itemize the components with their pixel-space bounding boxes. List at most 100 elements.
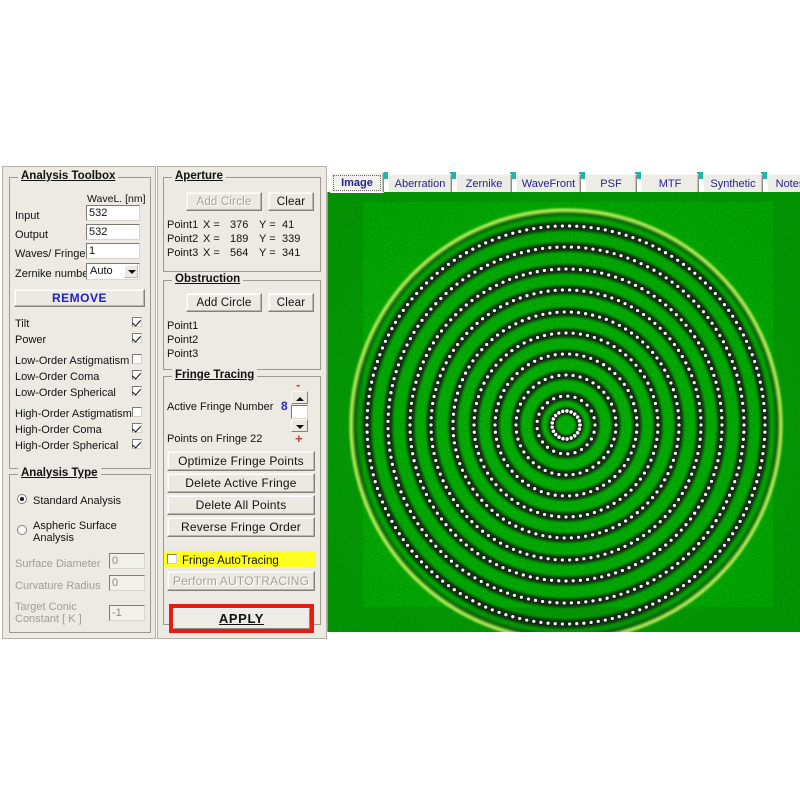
aperture-point3-x-label: X = <box>203 247 220 259</box>
delete-active-fringe-button[interactable]: Delete Active Fringe <box>167 473 315 493</box>
aperture-point2-x-value: 189 <box>230 233 248 245</box>
tab-psf[interactable]: PSF <box>585 174 637 193</box>
radio-label-standard-analysis: Standard Analysis <box>33 495 121 507</box>
tab-wavefront-label: WaveFront <box>522 178 575 190</box>
delete-active-fringe-label: Delete Active Fringe <box>185 476 296 490</box>
term-label-low-order-spherical: Low-Order Spherical <box>15 387 116 399</box>
term-label-power: Power <box>15 334 46 346</box>
term-label-tilt: Tilt <box>15 318 29 330</box>
target-conic-constant-label-line1: Target Conic <box>15 601 77 613</box>
tab-synthetic-label: Synthetic <box>710 178 755 190</box>
obstruction-clear-button[interactable]: Clear <box>268 293 314 312</box>
obstruction-add-circle-button[interactable]: Add Circle <box>186 293 262 312</box>
wavelength-header: WaveL. [nm] <box>87 193 146 205</box>
apply-button-label: APPLY <box>219 611 264 626</box>
fringe-autotracing-checkbox[interactable] <box>167 554 177 564</box>
obstruction-title: Obstruction <box>172 273 243 285</box>
fringe-decrement-icon[interactable]: - <box>296 380 300 390</box>
aperture-point1-x-label: X = <box>203 219 220 231</box>
output-label: Output <box>15 229 48 241</box>
tab-notes-label: Notes <box>776 178 800 190</box>
aperture-point3-x-value: 564 <box>230 247 248 259</box>
aperture-point3-name: Point3 <box>167 247 198 259</box>
left-panel: Analysis Toolbox WaveL. [nm] Input 532 O… <box>2 166 156 639</box>
tab-mtf-label: MTF <box>659 178 682 190</box>
radio-label-aspheric-surface-analysis-line2: Analysis <box>33 532 74 544</box>
tab-focus-ring <box>333 175 381 191</box>
apply-button[interactable]: APPLY <box>173 608 310 629</box>
optimize-fringe-points-button[interactable]: Optimize Fringe Points <box>167 451 315 471</box>
reverse-fringe-order-label: Reverse Fringe Order <box>181 520 301 534</box>
waves-per-fringe-field[interactable]: 1 <box>86 243 140 259</box>
input-wavelength-field[interactable]: 532 <box>86 205 140 221</box>
obstruction-clear-label: Clear <box>277 297 305 309</box>
reverse-fringe-order-button[interactable]: Reverse Fringe Order <box>167 517 315 537</box>
tab-notes[interactable]: Notes <box>767 174 800 193</box>
surface-diameter-field[interactable]: 0 <box>109 553 145 569</box>
optimize-fringe-points-label: Optimize Fringe Points <box>178 454 304 468</box>
middle-panel: Aperture Add Circle Clear Point1 X = 376… <box>157 166 327 639</box>
term-checkbox-tilt[interactable] <box>132 317 142 327</box>
aperture-title: Aperture <box>172 170 226 182</box>
aperture-point1-x-value: 376 <box>230 219 248 231</box>
term-checkbox-high-order-coma[interactable] <box>132 423 142 433</box>
radio-aspheric-surface-analysis[interactable] <box>17 525 27 535</box>
fringe-spinner-field[interactable] <box>291 405 308 419</box>
fringe-increment-icon[interactable]: + <box>295 434 303 444</box>
radio-label-aspheric-surface-analysis-line1: Aspheric Surface <box>33 520 117 532</box>
interferogram-canvas <box>328 192 800 632</box>
aperture-add-circle-button[interactable]: Add Circle <box>186 192 262 211</box>
input-label: Input <box>15 210 39 222</box>
tab-synthetic[interactable]: Synthetic <box>703 174 763 193</box>
aperture-point3-y-value: 341 <box>282 247 300 259</box>
term-checkbox-high-order-astigmatism[interactable] <box>132 407 142 417</box>
target-conic-constant-field[interactable]: -1 <box>109 605 145 621</box>
waves-per-fringe-label: Waves/ Fringe <box>15 248 86 260</box>
zernike-number-select[interactable]: Auto <box>86 263 140 280</box>
tab-mtf[interactable]: MTF <box>641 174 699 193</box>
tab-zernike[interactable]: Zernike <box>456 174 512 193</box>
radio-standard-analysis[interactable] <box>17 494 27 504</box>
obstruction-point1: Point1 <box>167 320 198 332</box>
aperture-point1-name: Point1 <box>167 219 198 231</box>
active-fringe-number-label: Active Fringe Number <box>167 401 273 413</box>
tab-bar: Image Aberration Zernike WaveFront PSF M… <box>330 172 800 194</box>
term-label-high-order-spherical: High-Order Spherical <box>15 440 118 452</box>
chevron-down-icon[interactable] <box>124 265 138 278</box>
interferogram-image[interactable] <box>327 192 800 632</box>
fringe-spinner-up-button[interactable] <box>291 391 308 404</box>
perform-autotracing-button[interactable]: Perform AUTOTRACING <box>167 571 315 591</box>
term-label-low-order-coma: Low-Order Coma <box>15 371 99 383</box>
term-label-low-order-astigmatism: Low-Order Astigmatism <box>15 355 129 367</box>
obstruction-add-circle-label: Add Circle <box>196 297 251 309</box>
delete-all-points-button[interactable]: Delete All Points <box>167 495 315 515</box>
tab-wavefront[interactable]: WaveFront <box>516 174 581 193</box>
fringe-tracing-title: Fringe Tracing <box>172 369 257 381</box>
tab-aberration[interactable]: Aberration <box>388 174 452 193</box>
aperture-add-circle-label: Add Circle <box>196 196 251 208</box>
aperture-point1-y-label: Y = <box>259 219 276 231</box>
term-checkbox-power[interactable] <box>132 333 142 343</box>
curvature-radius-field[interactable]: 0 <box>109 575 145 591</box>
aperture-point1-y-value: 41 <box>282 219 294 231</box>
output-wavelength-field[interactable]: 532 <box>86 224 140 240</box>
aperture-point3-y-label: Y = <box>259 247 276 259</box>
term-checkbox-high-order-spherical[interactable] <box>132 439 142 449</box>
tab-aberration-label: Aberration <box>395 178 446 190</box>
term-label-high-order-astigmatism: High-Order Astigmatism <box>15 408 132 420</box>
term-checkbox-low-order-spherical[interactable] <box>132 386 142 396</box>
term-checkbox-low-order-astigmatism[interactable] <box>132 354 142 364</box>
aperture-point2-y-label: Y = <box>259 233 276 245</box>
term-label-high-order-coma: High-Order Coma <box>15 424 102 436</box>
target-conic-constant-label-line2: Constant [ K ] <box>15 613 82 625</box>
points-on-fringe-label: Points on Fringe 22 <box>167 433 262 445</box>
remove-button[interactable]: REMOVE <box>14 289 145 307</box>
active-fringe-number-value: 8 <box>281 400 288 412</box>
curvature-radius-label: Curvature Radius <box>15 580 101 592</box>
fringe-autotracing-label: Fringe AutoTracing <box>182 555 279 567</box>
aperture-point2-x-label: X = <box>203 233 220 245</box>
tab-image[interactable]: Image <box>330 172 384 193</box>
term-checkbox-low-order-coma[interactable] <box>132 370 142 380</box>
application-window: Analysis Toolbox WaveL. [nm] Input 532 O… <box>0 0 800 800</box>
aperture-clear-button[interactable]: Clear <box>268 192 314 211</box>
